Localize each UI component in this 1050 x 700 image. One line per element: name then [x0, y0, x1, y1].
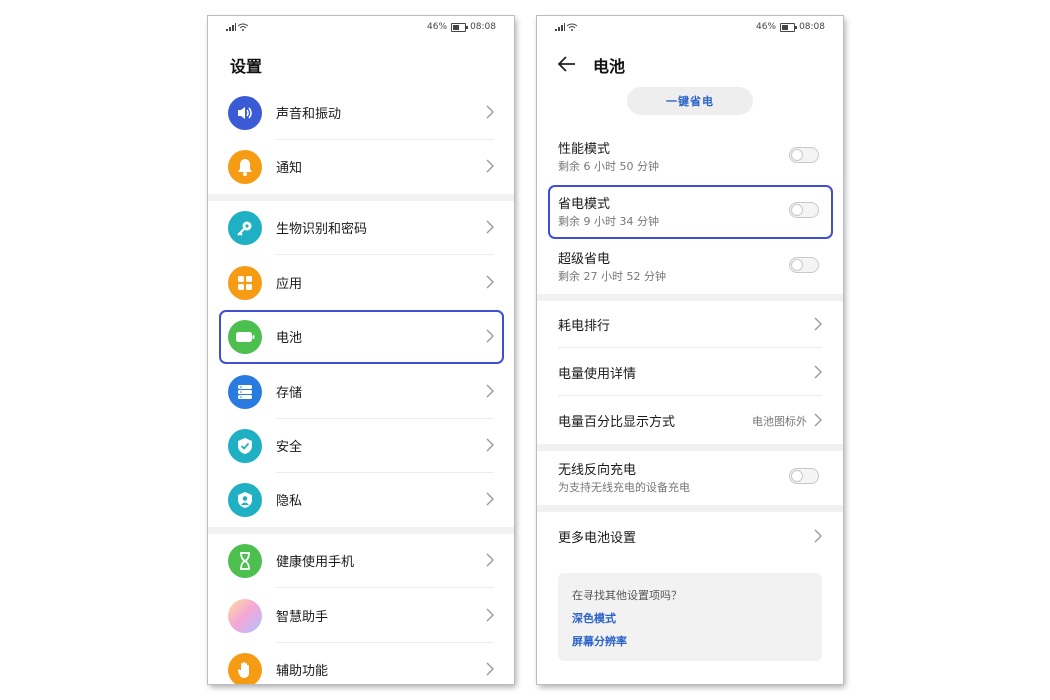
chevron-right-icon [486, 662, 494, 676]
hourglass-icon [228, 544, 262, 578]
nav-label: 电量百分比显示方式 [558, 415, 676, 430]
settings-item-security[interactable]: 安全 [208, 419, 514, 473]
percentage-display-row[interactable]: 电量百分比显示方式 电池图标外 [537, 396, 843, 444]
settings-item-storage[interactable]: 存储 [208, 365, 514, 419]
chevron-right-icon [486, 275, 494, 289]
settings-item-notifications[interactable]: 通知 [208, 140, 514, 194]
item-label: 存储 [276, 386, 303, 401]
item-label: 通知 [276, 161, 303, 176]
chevron-right-icon [486, 220, 494, 234]
nav-label: 更多电池设置 [558, 531, 637, 546]
apps-grid-icon [228, 266, 262, 300]
screen-resolution-link[interactable]: 屏幕分辨率 [572, 633, 627, 649]
settings-item-privacy[interactable]: 隐私 [208, 473, 514, 527]
one-click-save-button[interactable]: 一键省电 [627, 87, 753, 115]
wifi-icon [567, 23, 577, 31]
signal-icon [555, 23, 565, 31]
chevron-right-icon [486, 608, 494, 622]
item-label: 辅助功能 [276, 664, 329, 679]
nav-value: 电池图标外 [752, 415, 807, 428]
battery-screen: 46% 08:08 电池 一键省电 性能模式 剩余 6 小时 50 分钟 省电模… [537, 16, 843, 684]
item-label: 应用 [276, 277, 303, 292]
wireless-reverse-charge-row[interactable]: 无线反向充电 为支持无线充电的设备充电 [537, 451, 843, 505]
chevron-right-icon [814, 529, 822, 543]
settings-screen: 46% 08:08 设置 声音和振动 通知 生物识别和密码 应用 电池 存储 安… [208, 16, 514, 684]
chevron-right-icon [486, 492, 494, 506]
mode-remaining: 剩余 6 小时 50 分钟 [558, 160, 659, 173]
wifi-icon [238, 23, 248, 31]
item-label: 声音和振动 [276, 107, 342, 122]
mode-remaining: 剩余 27 小时 52 分钟 [558, 270, 666, 283]
battery-status-icon [780, 22, 798, 32]
chevron-right-icon [486, 105, 494, 119]
nav-label: 电量使用详情 [558, 367, 637, 382]
speaker-icon [228, 96, 262, 130]
item-label: 隐私 [276, 494, 303, 509]
assistant-orb-icon [228, 599, 262, 633]
item-label: 智慧助手 [276, 610, 329, 625]
group-separator [208, 194, 514, 201]
key-icon [228, 211, 262, 245]
battery-percent: 46% [756, 22, 777, 32]
settings-item-sound[interactable]: 声音和振动 [208, 86, 514, 140]
suggestion-question: 在寻找其他设置项吗？ [572, 589, 682, 602]
page-title: 电池 [593, 57, 626, 76]
wireless-subtitle: 为支持无线充电的设备充电 [558, 481, 690, 494]
performance-mode-toggle[interactable] [789, 147, 819, 163]
settings-item-digital-balance[interactable]: 健康使用手机 [208, 534, 514, 588]
dark-mode-link[interactable]: 深色模式 [572, 610, 616, 626]
power-ranking-row[interactable]: 耗电排行 [537, 300, 843, 348]
chevron-right-icon [486, 384, 494, 398]
suggestion-card: 在寻找其他设置项吗？ 深色模式 屏幕分辨率 [558, 573, 822, 661]
battery-percent: 46% [427, 22, 448, 32]
chevron-right-icon [486, 438, 494, 452]
back-arrow-icon[interactable] [557, 55, 577, 73]
item-label: 健康使用手机 [276, 555, 355, 570]
clock: 08:08 [799, 22, 825, 32]
divider [276, 254, 494, 255]
settings-item-biometrics[interactable]: 生物识别和密码 [208, 201, 514, 255]
item-label: 生物识别和密码 [276, 222, 368, 237]
clock: 08:08 [470, 22, 496, 32]
nav-label: 耗电排行 [558, 319, 611, 334]
item-label: 安全 [276, 440, 303, 455]
divider [276, 587, 494, 588]
wireless-title: 无线反向充电 [558, 463, 637, 478]
settings-item-accessibility[interactable]: 辅助功能 [208, 643, 514, 684]
mode-title: 性能模式 [558, 142, 611, 157]
ultra-saving-row[interactable]: 超级省电 剩余 27 小时 52 分钟 [537, 240, 843, 294]
shield-check-icon [228, 429, 262, 463]
battery-status-icon [451, 22, 469, 32]
signal-icon [226, 23, 236, 31]
page-title: 设置 [230, 57, 263, 76]
chevron-right-icon [814, 365, 822, 379]
hand-icon [228, 653, 262, 684]
settings-item-apps[interactable]: 应用 [208, 256, 514, 310]
chevron-right-icon [486, 159, 494, 173]
wireless-reverse-charge-toggle[interactable] [789, 468, 819, 484]
power-saving-highlight-box [548, 185, 833, 239]
group-separator [537, 505, 843, 512]
chevron-right-icon [814, 317, 822, 331]
mode-title: 超级省电 [558, 252, 611, 267]
privacy-icon [228, 483, 262, 517]
group-separator [208, 527, 514, 534]
usage-details-row[interactable]: 电量使用详情 [537, 348, 843, 396]
settings-item-smart-assistant[interactable]: 智慧助手 [208, 589, 514, 643]
chevron-right-icon [486, 553, 494, 567]
battery-highlight-box [219, 310, 504, 364]
ultra-saving-toggle[interactable] [789, 257, 819, 273]
status-bar: 46% 08:08 [226, 22, 496, 38]
chevron-right-icon [814, 413, 822, 427]
performance-mode-row[interactable]: 性能模式 剩余 6 小时 50 分钟 [537, 130, 843, 184]
status-bar: 46% 08:08 [555, 22, 825, 38]
more-battery-settings-row[interactable]: 更多电池设置 [537, 512, 843, 560]
group-separator [537, 444, 843, 451]
bell-icon [228, 150, 262, 184]
storage-icon [228, 375, 262, 409]
